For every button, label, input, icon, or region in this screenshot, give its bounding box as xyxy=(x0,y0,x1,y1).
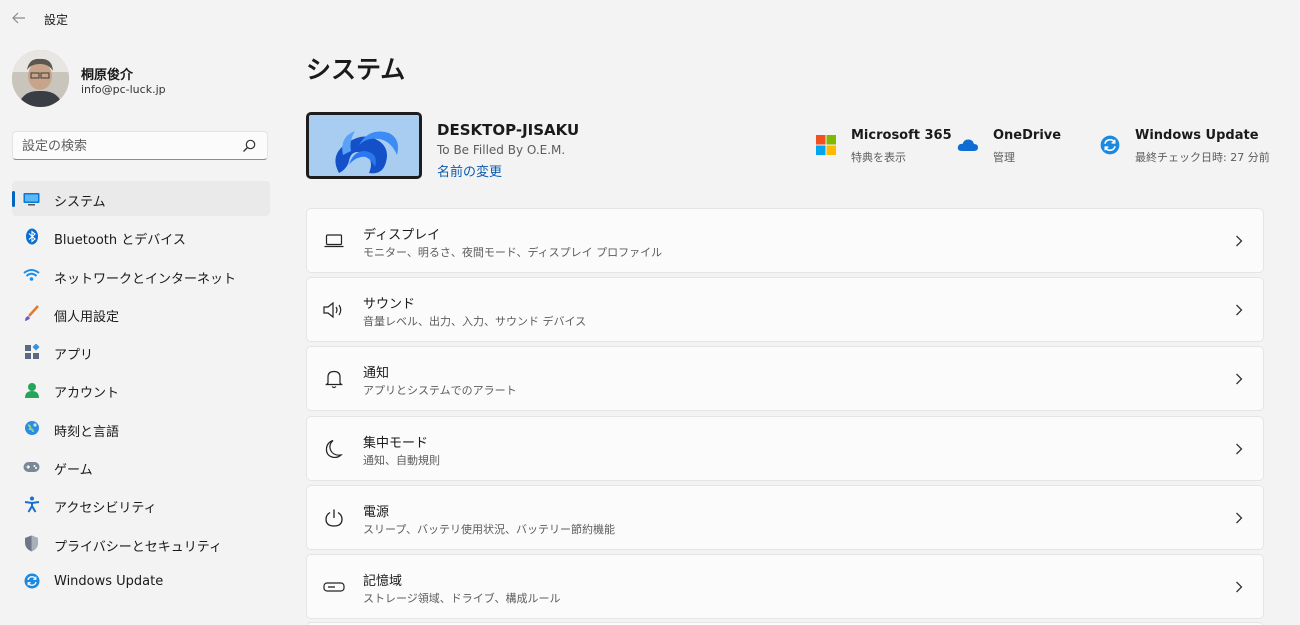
sidebar-item-label: プライバシーとセキュリティ xyxy=(54,539,222,555)
wifi-icon xyxy=(23,267,40,284)
time-language-icon xyxy=(23,420,40,437)
search-input[interactable] xyxy=(22,137,232,155)
account-icon xyxy=(23,381,40,398)
bluetooth-icon xyxy=(23,228,40,245)
page-title: システム xyxy=(306,55,406,84)
settings-card-notifications[interactable]: 通知 アプリとシステムでのアラート xyxy=(306,346,1264,412)
card-subtitle: 音量レベル、出力、入力、サウンド デバイス xyxy=(363,315,587,329)
speaker-icon xyxy=(323,300,345,320)
device-wallpaper-thumbnail xyxy=(306,112,422,179)
sidebar-item-windows-update[interactable]: Windows Update xyxy=(12,564,270,599)
display-icon xyxy=(323,231,345,251)
windows-update-icon xyxy=(23,573,40,590)
sidebar-item-privacy[interactable]: プライバシーとセキュリティ xyxy=(12,526,270,561)
card-title: サウンド xyxy=(363,297,416,313)
chevron-right-icon xyxy=(1233,441,1245,457)
settings-card-storage[interactable]: 記憶域 ストレージ領域、ドライブ、構成ルール xyxy=(306,553,1264,619)
sidebar-item-label: 時刻と言語 xyxy=(54,424,120,440)
sidebar-item-apps[interactable]: アプリ xyxy=(12,334,270,369)
settings-card-focus[interactable]: 集中モード 通知、自動規則 xyxy=(306,415,1264,481)
system-icon xyxy=(23,190,40,207)
settings-list: ディスプレイ モニター、明るさ、夜間モード、ディスプレイ プロファイル サウンド… xyxy=(306,208,1264,623)
sidebar-item-accessibility[interactable]: アクセシビリティ xyxy=(12,487,270,522)
sidebar-item-label: システム xyxy=(54,195,106,210)
sidebar: 桐原俊介 info@pc-luck.jp システム Bluetooth とデバイ… xyxy=(0,36,290,625)
apps-icon xyxy=(23,343,40,360)
card-subtitle: モニター、明るさ、夜間モード、ディスプレイ プロファイル xyxy=(363,246,663,259)
avatar[interactable] xyxy=(12,50,69,107)
app-title: 設定 xyxy=(44,13,69,27)
onedrive-icon xyxy=(957,134,979,156)
title-bar: 設定 xyxy=(0,0,1300,36)
search-box[interactable] xyxy=(12,131,268,160)
quick-link-subtitle: 最終チェック日時: 27 分前 xyxy=(1135,151,1270,164)
quick-link-microsoft-365[interactable]: Microsoft 365 特典を表示 xyxy=(815,126,952,166)
device-name: DESKTOP-JISAKU xyxy=(437,121,580,139)
card-title: 記憶域 xyxy=(363,573,403,589)
chevron-right-icon xyxy=(1233,371,1245,387)
quick-link-subtitle: 管理 xyxy=(993,151,1015,164)
moon-icon xyxy=(323,439,345,459)
card-title: 通知 xyxy=(363,366,390,382)
sidebar-item-label: 個人用設定 xyxy=(54,309,120,325)
device-model: To Be Filled By O.E.M. xyxy=(437,143,566,157)
sidebar-item-network[interactable]: ネットワークとインターネット xyxy=(12,258,270,293)
storage-icon xyxy=(323,577,345,597)
quick-link-title: Microsoft 365 xyxy=(851,128,952,143)
card-subtitle: アプリとシステムでのアラート xyxy=(363,384,517,398)
sidebar-item-time-language[interactable]: 時刻と言語 xyxy=(12,411,270,446)
quick-link-windows-update[interactable]: Windows Update 最終チェック日時: 27 分前 xyxy=(1099,126,1270,166)
settings-card-sound[interactable]: サウンド 音量レベル、出力、入力、サウンド デバイス xyxy=(306,277,1264,343)
card-subtitle: ストレージ領域、ドライブ、構成ルール xyxy=(363,591,561,605)
rename-device-link[interactable]: 名前の変更 xyxy=(437,161,502,180)
search-icon[interactable] xyxy=(241,138,257,154)
card-title: 集中モード xyxy=(363,435,429,451)
user-name: 桐原俊介 xyxy=(81,68,134,83)
sidebar-item-label: アカウント xyxy=(54,386,120,402)
quick-link-subtitle: 特典を表示 xyxy=(851,151,906,164)
sidebar-item-label: アクセシビリティ xyxy=(54,501,157,517)
settings-card-display[interactable]: ディスプレイ モニター、明るさ、夜間モード、ディスプレイ プロファイル xyxy=(306,208,1264,273)
sidebar-item-accounts[interactable]: アカウント xyxy=(12,372,270,407)
chevron-right-icon xyxy=(1233,302,1245,318)
windows-update-icon xyxy=(1099,134,1121,156)
back-arrow-icon[interactable] xyxy=(8,7,30,29)
card-title: 電源 xyxy=(363,504,390,520)
sidebar-item-label: ネットワークとインターネット xyxy=(54,271,237,287)
chevron-right-icon xyxy=(1233,510,1245,526)
microsoft-365-icon xyxy=(815,134,837,156)
card-subtitle: スリープ、バッテリ使用状況、バッテリー節約機能 xyxy=(363,522,616,536)
card-title: ディスプレイ xyxy=(363,228,441,243)
user-profile[interactable]: 桐原俊介 info@pc-luck.jp xyxy=(12,50,282,108)
sidebar-item-label: アプリ xyxy=(54,348,94,364)
sidebar-item-gaming[interactable]: ゲーム xyxy=(12,449,270,484)
card-subtitle: 通知、自動規則 xyxy=(363,453,440,467)
quick-link-title: Windows Update xyxy=(1135,128,1259,143)
gamepad-icon xyxy=(23,458,40,475)
sidebar-item-label: ゲーム xyxy=(54,463,93,479)
bell-icon xyxy=(323,369,345,389)
accessibility-icon xyxy=(23,496,40,513)
sidebar-item-label: Windows Update xyxy=(54,573,164,589)
sidebar-item-personalization[interactable]: 個人用設定 xyxy=(12,296,270,331)
shield-icon xyxy=(23,535,40,552)
sidebar-item-label: Bluetooth とデバイス xyxy=(54,233,186,249)
sidebar-item-system[interactable]: システム xyxy=(12,181,270,216)
sidebar-nav: システム Bluetooth とデバイス ネットワークとインターネット 個人用設… xyxy=(12,181,270,602)
quick-link-title: OneDrive xyxy=(993,128,1062,143)
user-email: info@pc-luck.jp xyxy=(81,83,166,96)
brush-icon xyxy=(23,305,40,322)
sidebar-item-bluetooth[interactable]: Bluetooth とデバイス xyxy=(12,219,270,254)
settings-card-power[interactable]: 電源 スリープ、バッテリ使用状況、バッテリー節約機能 xyxy=(306,484,1264,550)
power-icon xyxy=(323,508,345,528)
quick-link-onedrive[interactable]: OneDrive 管理 xyxy=(957,126,1067,166)
chevron-right-icon xyxy=(1233,579,1245,595)
chevron-right-icon xyxy=(1233,233,1245,249)
